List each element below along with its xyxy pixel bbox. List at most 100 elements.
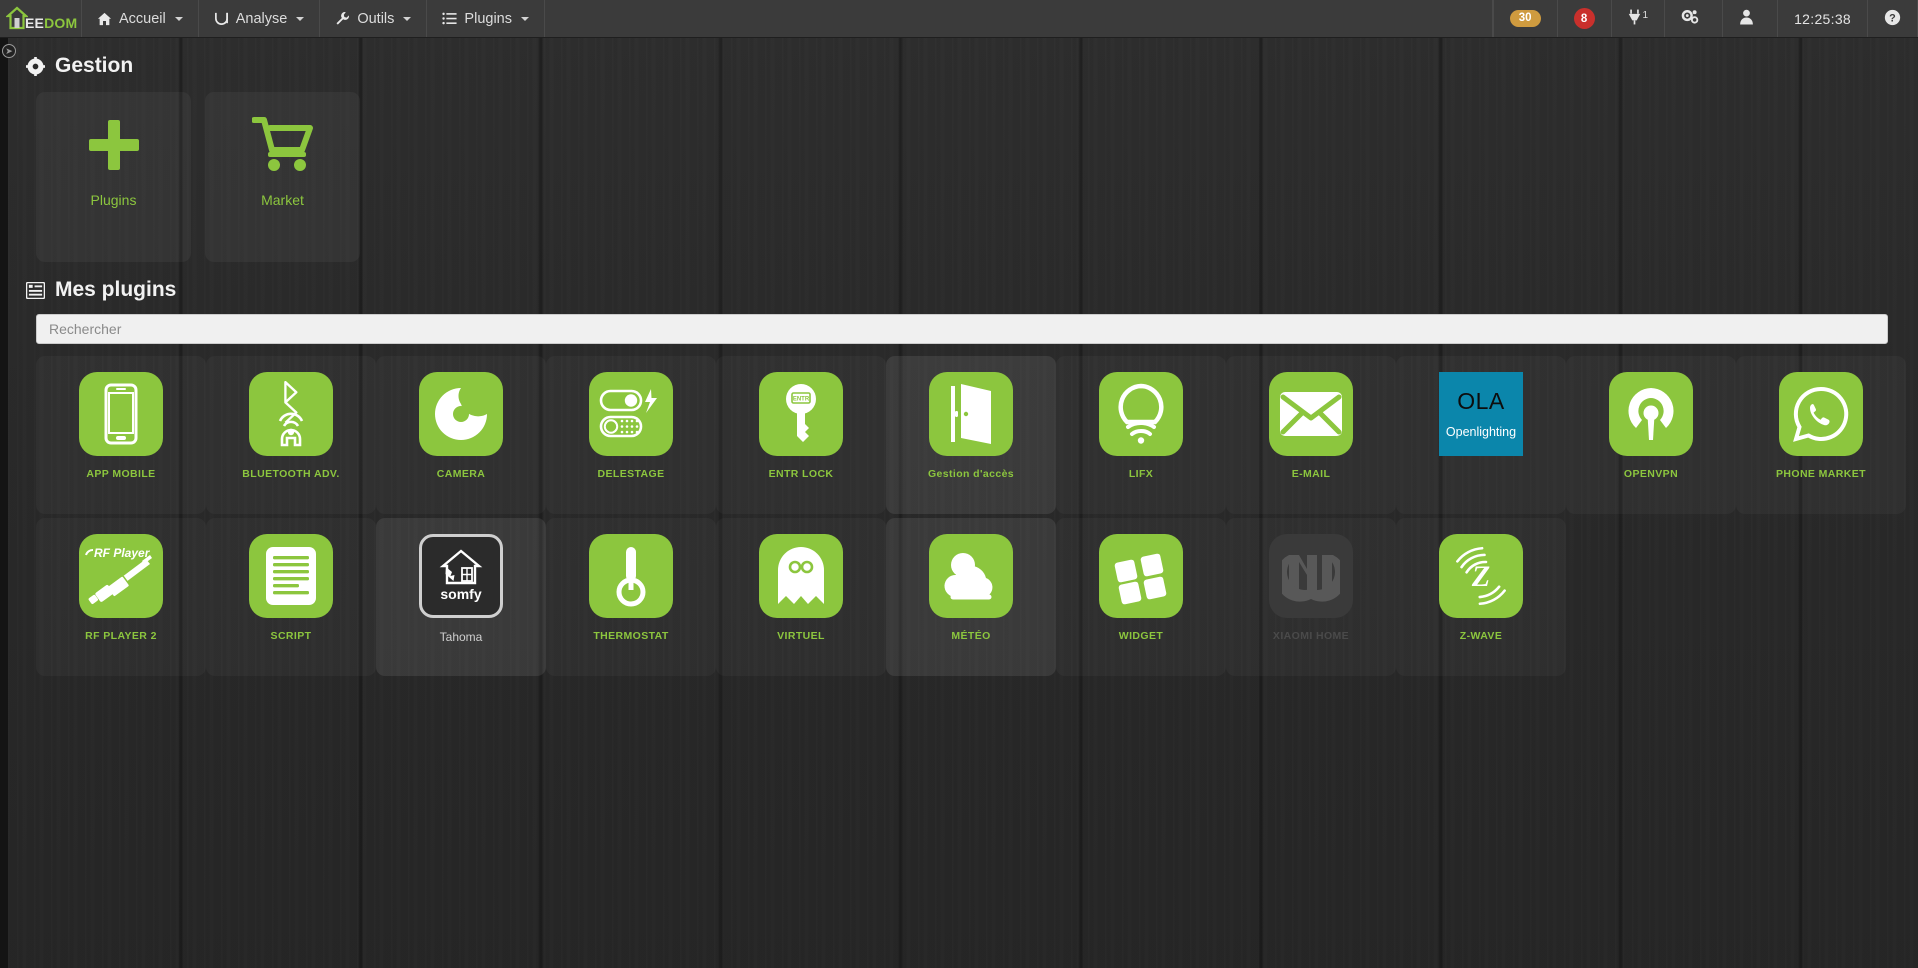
plugin-label: E-MAIL	[1291, 468, 1331, 480]
xiaomi-mi-icon	[1269, 534, 1353, 618]
plugin-tile-delestage[interactable]: DELESTAGE	[546, 356, 716, 514]
plugin-label: MÉTÉO	[951, 630, 991, 642]
plugin-tile-z-wave[interactable]: Z Z-WAVE	[1396, 518, 1566, 676]
management-tiles: Plugins Market	[8, 84, 1918, 262]
user-icon	[1739, 9, 1754, 28]
plugin-tile-app-mobile[interactable]: APP MOBILE	[36, 356, 206, 514]
house-icon	[6, 6, 28, 32]
svg-text:RF Player: RF Player	[94, 546, 151, 560]
svg-text:Z: Z	[1471, 560, 1490, 593]
open-door-icon	[929, 372, 1013, 456]
help-button[interactable]: ?	[1868, 0, 1918, 37]
plugin-tile-phone-market[interactable]: PHONE MARKET	[1736, 356, 1906, 514]
openvpn-icon	[1609, 372, 1693, 456]
whatsapp-phone-icon	[1779, 372, 1863, 456]
plugin-tile-virtuel[interactable]: VIRTUEL	[716, 518, 886, 676]
plugin-label: CAMERA	[436, 468, 486, 480]
sidebar-toggle-icon[interactable]: ➤	[2, 44, 16, 58]
plugin-search-row	[8, 308, 1918, 344]
help-circle-icon: ?	[1884, 9, 1901, 29]
plugin-label: THERMOSTAT	[593, 630, 669, 642]
app-page: EEDOM Accueil Analyse Outils Plugins 30 …	[0, 0, 1918, 968]
plugin-tile-camera[interactable]: CAMERA	[376, 356, 546, 514]
cloud-sun-icon	[929, 534, 1013, 618]
plugin-tile-meteo[interactable]: MÉTÉO	[886, 518, 1056, 676]
ghost-icon	[759, 534, 843, 618]
plugin-tile-bluetooth-adv[interactable]: BLUETOOTH ADV.	[206, 356, 376, 514]
plugin-label: RF PLAYER 2	[85, 630, 157, 642]
ola-openlighting-icon: OLA Openlighting	[1439, 372, 1523, 456]
nav-item-accueil[interactable]: Accueil	[82, 0, 199, 37]
plugin-label: APP MOBILE	[86, 468, 156, 480]
left-rail	[0, 38, 8, 968]
zwave-icon: Z	[1439, 534, 1523, 618]
page-title: Gestion	[55, 54, 134, 77]
lightbulb-wifi-icon	[1099, 372, 1183, 456]
ola-logo-text: OLA	[1457, 387, 1505, 414]
nav-label-accueil: Accueil	[119, 10, 166, 27]
plugin-label: OPENVPN	[1623, 468, 1679, 480]
plugin-label: Tahoma	[439, 630, 483, 644]
thermometer-icon	[589, 534, 673, 618]
plus-icon	[85, 114, 143, 176]
clock-text: 12:25:38	[1794, 10, 1851, 27]
bluetooth-presence-icon	[249, 372, 333, 456]
smartphone-icon	[79, 372, 163, 456]
list-icon	[442, 12, 457, 25]
chevron-down-icon	[403, 16, 412, 21]
nav-label-outils: Outils	[357, 10, 395, 27]
plugin-tile-tahoma[interactable]: somfy Tahoma	[376, 518, 546, 676]
gears-icon	[1681, 9, 1699, 28]
alert-count-badge: 8	[1573, 8, 1595, 29]
plugin-grid: APP MOBILE BLUETOOTH ADV. CAMERA DELESTA…	[8, 344, 1918, 680]
plugin-label: BLUETOOTH ADV.	[242, 468, 340, 480]
navbar-spacer	[545, 0, 1493, 37]
plugin-label: PHONE MARKET	[1776, 468, 1866, 480]
plugin-tile-gestion-acces[interactable]: Gestion d'accès	[886, 356, 1056, 514]
plugin-tile-openvpn[interactable]: OPENVPN	[1566, 356, 1736, 514]
chevron-down-icon	[520, 16, 529, 21]
search-input[interactable]	[36, 314, 1888, 344]
gear-icon	[26, 56, 45, 76]
brand-logo[interactable]: EEDOM	[0, 0, 82, 37]
update-badge-button[interactable]: 30	[1492, 0, 1558, 37]
plugin-label: SCRIPT	[270, 630, 312, 642]
alert-badge-button[interactable]: 8	[1558, 0, 1612, 37]
svg-text:somfy: somfy	[440, 586, 481, 602]
plugin-tile-widget[interactable]: WIDGET	[1056, 518, 1226, 676]
nav-label-plugins: Plugins	[464, 10, 512, 27]
plugin-tile-thermostat[interactable]: THERMOSTAT	[546, 518, 716, 676]
plugin-tile-entr-lock[interactable]: ENTR ENTR LOCK	[716, 356, 886, 514]
ola-subtitle: Openlighting	[1445, 424, 1517, 439]
tile-plugins[interactable]: Plugins	[36, 92, 191, 262]
plugin-tile-script[interactable]: SCRIPT	[206, 518, 376, 676]
gestion-section-title: Gestion	[8, 38, 1918, 84]
plugin-label: WIDGET	[1118, 630, 1164, 642]
document-lines-icon	[249, 534, 333, 618]
nav-item-outils[interactable]: Outils	[320, 0, 428, 37]
nav-item-analyse[interactable]: Analyse	[199, 0, 321, 37]
chevron-down-icon	[296, 16, 305, 21]
plugin-label: XIAOMI HOME	[1272, 630, 1350, 642]
plug-icon	[1628, 9, 1641, 28]
settings-menu-button[interactable]	[1665, 0, 1724, 37]
plugin-tile-xiaomi-home[interactable]: XIAOMI HOME	[1226, 518, 1396, 676]
plugin-label: LIFX	[1128, 468, 1154, 480]
plugin-tile-lifx[interactable]: LIFX	[1056, 356, 1226, 514]
chevron-down-icon	[174, 16, 183, 21]
plugin-tile-openlighting[interactable]: OLA Openlighting	[1396, 356, 1566, 514]
plug-count: 1	[1642, 10, 1649, 21]
nav-item-plugins[interactable]: Plugins	[427, 0, 545, 37]
main-content: Gestion Plugins Market Mes plugins Reche…	[8, 38, 1918, 968]
plugin-label: VIRTUEL	[777, 630, 825, 642]
svg-text:ENTR: ENTR	[793, 397, 810, 403]
mes-plugins-section-title: Mes plugins	[8, 262, 1918, 308]
plugin-tile-email[interactable]: E-MAIL	[1226, 356, 1396, 514]
plugin-label: Z-WAVE	[1459, 630, 1503, 642]
tile-market[interactable]: Market	[205, 92, 360, 262]
user-menu-button[interactable]	[1723, 0, 1779, 37]
plugin-label: ENTR LOCK	[768, 468, 834, 480]
plugin-tile-rf-player-2[interactable]: RF Player RF PLAYER 2	[36, 518, 206, 676]
envelope-icon	[1269, 372, 1353, 456]
plug-status-button[interactable]: 1	[1612, 0, 1666, 37]
